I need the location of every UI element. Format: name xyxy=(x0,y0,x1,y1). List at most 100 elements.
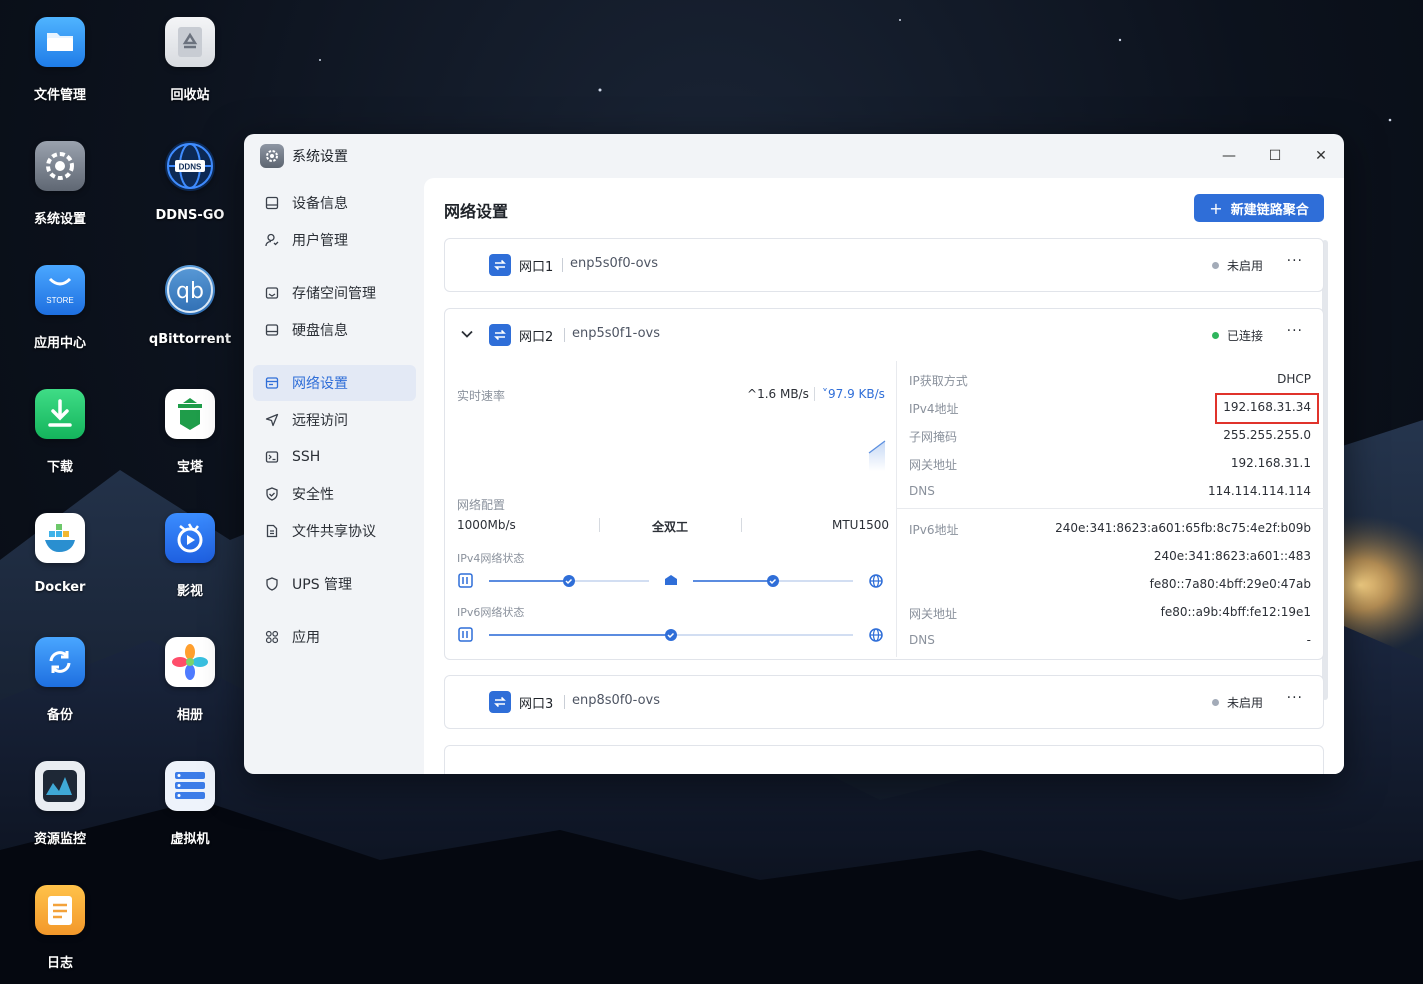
port-name: 网口3 xyxy=(519,697,554,712)
port-1-header[interactable]: 网口1 enp5s0f0-ovs 未启用 ··· xyxy=(445,239,1323,291)
separator xyxy=(741,518,742,532)
settings-gear-icon xyxy=(260,144,284,168)
plus-icon: + xyxy=(1209,198,1223,218)
recycle-bin-icon xyxy=(165,17,215,67)
terminal-icon xyxy=(261,446,283,468)
desktop-icon-resource-monitor[interactable]: 资源监控 xyxy=(5,744,115,854)
ipv6-topology xyxy=(458,627,883,642)
sidebar-item-user-management[interactable]: 用户管理 xyxy=(253,222,416,258)
maximize-button[interactable]: ☐ xyxy=(1252,134,1298,178)
new-link-aggregation-button[interactable]: + 新建链路聚合 xyxy=(1194,194,1324,222)
link-speed: 1000Mb/s xyxy=(457,518,516,532)
sidebar-item-file-sharing[interactable]: 文件共享协议 xyxy=(253,513,416,549)
desktop-icon-ddns-go[interactable]: DDNS DDNS-GO xyxy=(135,124,245,234)
sidebar-item-device-info[interactable]: 设备信息 xyxy=(253,185,416,221)
ipv6-address-row: 240e:341:8623:a601::483 xyxy=(1153,549,1311,563)
network-config-label: 网络配置 xyxy=(457,498,506,512)
sidebar-item-apps[interactable]: 应用 xyxy=(253,619,416,655)
docker-icon xyxy=(35,513,85,563)
port-card-1: 网口1 enp5s0f0-ovs 未启用 ··· xyxy=(444,238,1324,292)
download-speed: ˅97.9 KB/s xyxy=(822,387,885,401)
desktop-icon-file-manager[interactable]: 文件管理 xyxy=(5,0,115,110)
status-dot-icon xyxy=(1211,332,1219,339)
gateway-row: 网关地址 192.168.31.1 xyxy=(909,456,1311,472)
qbittorrent-icon: qb xyxy=(165,265,215,315)
close-button[interactable]: ✕ xyxy=(1298,134,1344,178)
ups-shield-icon xyxy=(261,573,283,595)
separator xyxy=(562,258,563,272)
port-swap-icon xyxy=(489,691,511,713)
separator xyxy=(564,695,565,709)
device-node-icon xyxy=(458,573,473,588)
more-options-button[interactable]: ··· xyxy=(1287,690,1303,706)
backup-icon xyxy=(35,637,85,687)
highlight-box xyxy=(1215,393,1319,424)
file-share-icon xyxy=(261,520,283,542)
duplex-mode: 全双工 xyxy=(652,520,689,534)
baota-icon xyxy=(165,389,215,439)
sidebar-item-ups[interactable]: UPS 管理 xyxy=(253,566,416,602)
ipv6-address-row: IPv6地址 240e:341:8623:a601:65fb:8c75:4e2f… xyxy=(909,521,1311,537)
port-swap-icon xyxy=(489,324,511,346)
storage-icon xyxy=(261,282,283,304)
port-name: 网口2 xyxy=(519,330,554,345)
monitor-icon xyxy=(35,761,85,811)
desktop-icon-photos[interactable]: 相册 xyxy=(135,620,245,730)
ipv6-address-row: fe80::7a80:4bff:29e0:47ab xyxy=(1149,577,1311,591)
more-options-button[interactable]: ··· xyxy=(1287,323,1303,339)
desktop-icon-video[interactable]: 影视 xyxy=(135,496,245,606)
desktop-icon-vm[interactable]: 虚拟机 xyxy=(135,744,245,854)
page-title: 网络设置 xyxy=(444,202,509,221)
desktop-icon-backup[interactable]: 备份 xyxy=(5,620,115,730)
minimize-icon: — xyxy=(1222,148,1236,164)
apps-icon xyxy=(261,626,283,648)
separator xyxy=(564,328,565,342)
video-icon xyxy=(165,513,215,563)
vm-icon xyxy=(165,761,215,811)
desktop-icon-log[interactable]: 日志 xyxy=(5,868,115,978)
port-2-header[interactable]: 网口2 enp5s0f1-ovs 已连接 ··· xyxy=(445,309,1323,361)
traffic-pane: 实时速率 ^1.6 MB/s ˅97.9 KB/s 网络配置 1000Mb/s xyxy=(445,361,896,657)
svg-text:STORE: STORE xyxy=(46,296,73,305)
ipv6-state-label: IPv6网络状态 xyxy=(457,606,525,619)
ipv4-topology xyxy=(458,573,883,588)
sidebar-item-ssh[interactable]: SSH xyxy=(253,439,416,475)
traffic-sparkline xyxy=(868,440,886,471)
desktop-icon-qbittorrent[interactable]: qb qBittorrent xyxy=(135,248,245,358)
port-card-3: 网口3 enp8s0f0-ovs 未启用 ··· xyxy=(444,675,1324,729)
port-status: 已连接 xyxy=(1211,327,1263,344)
desktop-icon-system-settings[interactable]: 系统设置 xyxy=(5,124,115,234)
ipv6-gateway-row: 网关地址 fe80::a9b:4bff:fe12:19e1 xyxy=(909,605,1311,621)
more-options-button[interactable]: ··· xyxy=(1287,253,1303,269)
sidebar-item-remote-access[interactable]: 远程访问 xyxy=(253,402,416,438)
minimize-button[interactable]: — xyxy=(1206,134,1252,178)
ip-info-pane: IP获取方式 DHCP IPv4地址 192.168.31.34 子网掩码 25… xyxy=(896,361,1324,657)
upload-speed: ^1.6 MB/s xyxy=(747,387,809,401)
network-icon xyxy=(261,372,283,394)
folder-icon xyxy=(35,17,85,67)
device-info-icon xyxy=(261,192,283,214)
window-title: 系统设置 xyxy=(292,149,348,165)
maximize-icon: ☐ xyxy=(1268,148,1282,164)
desktop-icon-docker[interactable]: Docker xyxy=(5,496,115,606)
separator xyxy=(599,518,600,532)
desktop-icon-recycle-bin[interactable]: 回收站 xyxy=(135,0,245,110)
sidebar-item-storage[interactable]: 存储空间管理 xyxy=(253,275,416,311)
close-icon: ✕ xyxy=(1315,148,1327,164)
port-name: 网口1 xyxy=(519,260,554,275)
status-dot-icon xyxy=(1211,699,1219,706)
mtu-value: MTU1500 xyxy=(832,518,890,532)
divider xyxy=(897,508,1324,509)
window-titlebar[interactable]: 系统设置 — ☐ ✕ xyxy=(244,134,1344,178)
sidebar-item-disk-info[interactable]: 硬盘信息 xyxy=(253,312,416,348)
status-dot-icon xyxy=(1211,262,1219,269)
chevron-down-icon[interactable] xyxy=(459,326,475,342)
port-3-header[interactable]: 网口3 enp8s0f0-ovs 未启用 ··· xyxy=(445,676,1323,728)
port-device: enp8s0f0-ovs xyxy=(572,693,661,708)
desktop-icon-baota[interactable]: 宝塔 xyxy=(135,372,245,482)
desktop-icon-app-center[interactable]: STORE 应用中心 xyxy=(5,248,115,358)
remote-access-icon xyxy=(261,409,283,431)
desktop-icon-download[interactable]: 下载 xyxy=(5,372,115,482)
sidebar-item-network-settings[interactable]: 网络设置 xyxy=(253,365,416,401)
sidebar-item-security[interactable]: 安全性 xyxy=(253,476,416,512)
